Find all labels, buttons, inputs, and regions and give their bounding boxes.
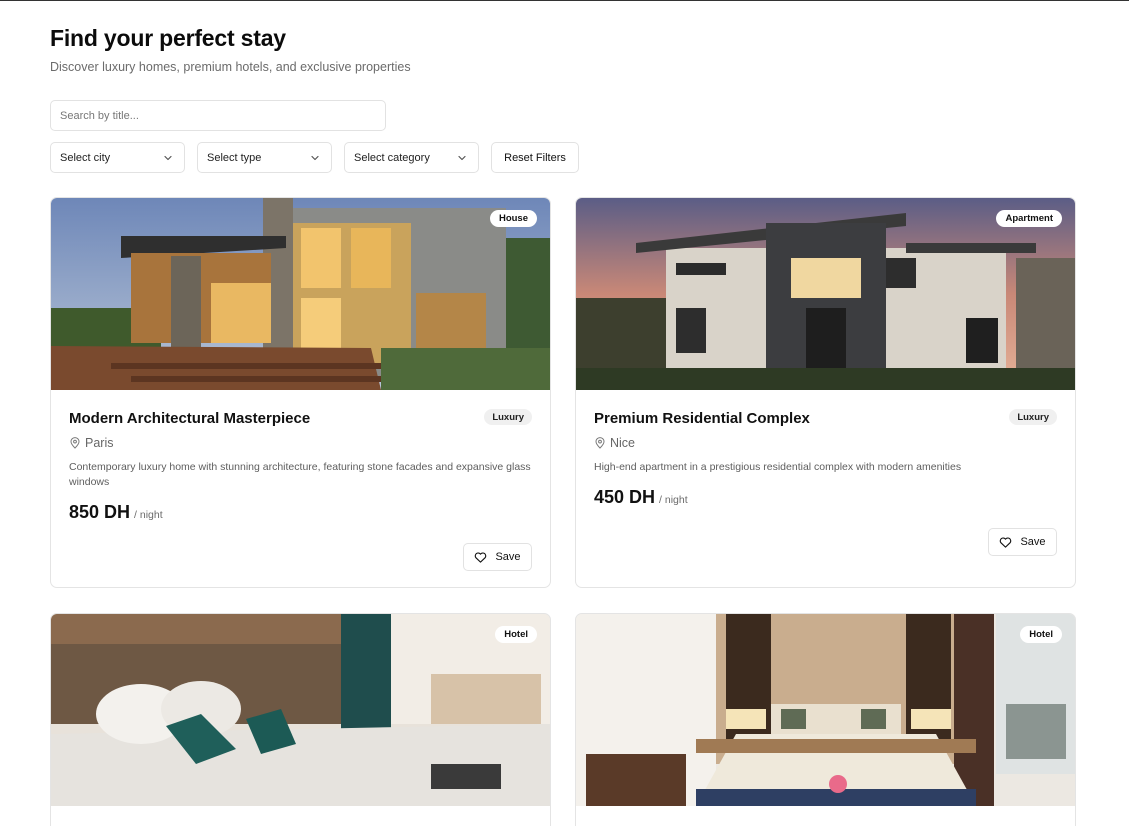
listing-price: 450 DH / night (594, 487, 688, 508)
chevron-down-icon (309, 152, 321, 164)
city-select-label: Select city (60, 151, 111, 164)
search-input[interactable] (50, 100, 386, 131)
listing-location: Paris (69, 436, 113, 450)
listing-card[interactable]: Apartment Premium Residential Complex Lu… (575, 197, 1076, 588)
listing-title[interactable]: Modern Architectural Masterpiece (69, 410, 310, 427)
category-select-label: Select category (354, 151, 430, 164)
page-subtitle: Discover luxury homes, premium hotels, a… (50, 60, 411, 74)
save-button[interactable]: Save (463, 543, 532, 571)
map-pin-icon (594, 437, 606, 449)
listing-title[interactable]: Premium Residential Complex (594, 410, 810, 427)
city-select[interactable]: Select city (50, 142, 185, 173)
property-type-badge: Hotel (1020, 626, 1062, 643)
type-select[interactable]: Select type (197, 142, 332, 173)
category-badge: Luxury (484, 409, 532, 425)
save-button[interactable]: Save (988, 528, 1057, 556)
listing-image: Apartment (576, 198, 1075, 390)
listing-card[interactable]: Hotel (50, 613, 551, 826)
type-select-label: Select type (207, 151, 262, 164)
price-amount: 850 DH (69, 502, 131, 522)
category-select[interactable]: Select category (344, 142, 479, 173)
listing-city: Nice (610, 436, 636, 450)
price-amount: 450 DH (594, 487, 656, 507)
filter-bar: Select city Select type Select category … (50, 142, 579, 173)
property-type-badge: Hotel (495, 626, 537, 643)
save-button-label: Save (495, 551, 521, 563)
listing-card[interactable]: Hotel (575, 613, 1076, 826)
page-title: Find your perfect stay (50, 25, 286, 51)
chevron-down-icon (456, 152, 468, 164)
listing-image: Hotel (51, 614, 550, 806)
save-button-label: Save (1020, 536, 1046, 548)
reset-filters-button[interactable]: Reset Filters (491, 142, 579, 173)
listing-description: High-end apartment in a prestigious resi… (594, 461, 962, 473)
property-type-badge: House (489, 210, 537, 227)
listing-card[interactable]: House Modern Architectural Masterpiece L… (50, 197, 551, 588)
category-badge: Luxury (1009, 409, 1057, 425)
chevron-down-icon (162, 152, 174, 164)
listing-city: Paris (85, 436, 114, 450)
price-unit: / night (134, 509, 163, 521)
heart-icon (999, 536, 1012, 549)
price-unit: / night (659, 494, 688, 506)
listing-image: House (51, 198, 550, 390)
listing-description: Contemporary luxury home with stunning a… (69, 461, 531, 488)
heart-icon (474, 551, 487, 564)
listing-location: Nice (594, 436, 635, 450)
listing-price: 850 DH / night (69, 502, 163, 523)
property-type-badge: Apartment (996, 210, 1062, 227)
map-pin-icon (69, 437, 81, 449)
listing-image: Hotel (576, 614, 1075, 806)
